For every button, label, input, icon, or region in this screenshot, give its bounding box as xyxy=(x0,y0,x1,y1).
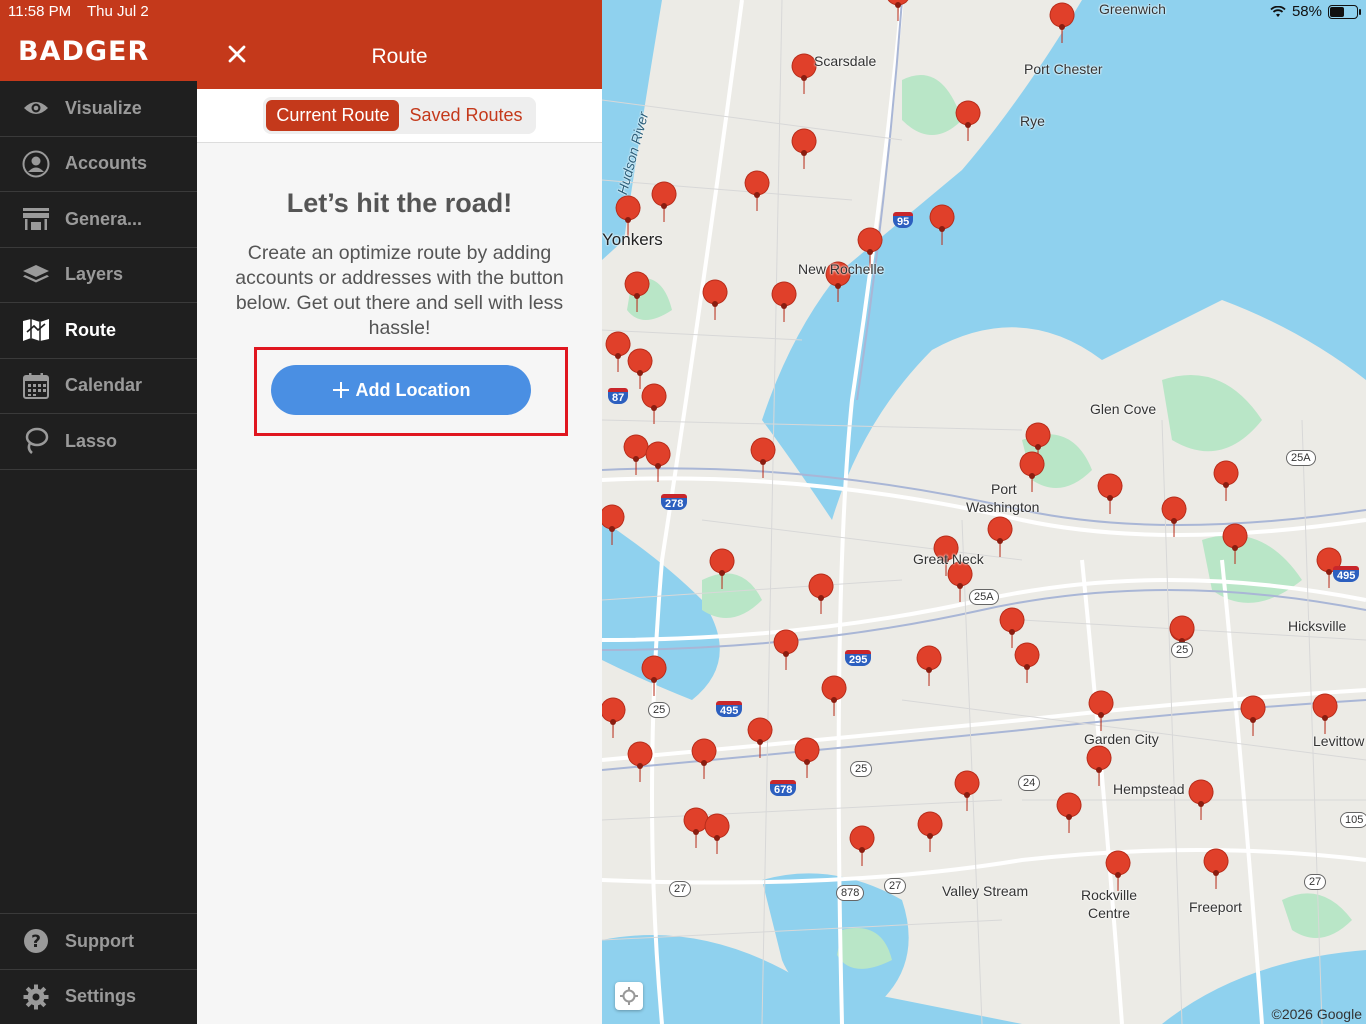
sidebar-item-support[interactable]: ? Support xyxy=(0,913,197,969)
crosshair-icon xyxy=(620,987,638,1005)
segmented-control: Current Route Saved Routes xyxy=(263,97,536,134)
map-label: Rockville xyxy=(1081,887,1138,903)
map-label: Washington xyxy=(966,499,1040,515)
sidebar-item-label: Visualize xyxy=(65,97,142,118)
gear-icon xyxy=(22,983,50,1011)
tab-current-route[interactable]: Current Route xyxy=(266,100,400,131)
route-shield: 27 xyxy=(1304,874,1327,890)
map-label: Glen Cove xyxy=(1090,401,1157,417)
map-label: Port Chester xyxy=(1024,61,1103,77)
sidebar-item-label: Accounts xyxy=(65,153,148,174)
sidebar: BADGER Visualize Accounts Genera... Laye… xyxy=(0,0,197,1024)
sidebar-item-label: Route xyxy=(65,319,116,340)
empty-state-heading: Let’s hit the road! xyxy=(286,188,513,218)
add-location-label: Add Location xyxy=(355,379,471,400)
sidebar-bottom: ? Support Settings xyxy=(0,913,197,1024)
map-label: Freeport xyxy=(1189,899,1242,915)
page-title: Route xyxy=(371,45,428,68)
route-shield: 25 xyxy=(648,702,671,718)
map-label: Hempstead xyxy=(1113,781,1185,797)
wifi-icon xyxy=(1270,5,1286,17)
map-label: Garden City xyxy=(1084,731,1159,747)
map-icon xyxy=(22,316,50,344)
map-label: Centre xyxy=(1088,905,1131,921)
map-label: Scarsdale xyxy=(814,53,877,69)
route-shield: 25 xyxy=(1171,642,1194,658)
sidebar-item-label: Layers xyxy=(65,264,124,285)
sidebar-item-label: Settings xyxy=(65,986,137,1007)
sidebar-item-calendar[interactable]: Calendar xyxy=(0,359,197,414)
battery-percent: 58% xyxy=(1291,3,1322,20)
add-location-button[interactable]: Add Location xyxy=(271,365,531,415)
route-shield: 105 xyxy=(1340,812,1366,828)
sidebar-item-route[interactable]: Route xyxy=(0,303,197,359)
sidebar-item-visualize[interactable]: Visualize xyxy=(0,81,197,137)
interstate-shield: 95 xyxy=(893,212,914,228)
calendar-icon xyxy=(22,372,50,400)
svg-text:?: ? xyxy=(31,932,41,952)
map-copyright: ©2026 Google xyxy=(1271,1006,1363,1022)
sidebar-item-label: Genera... xyxy=(65,208,143,229)
route-shield: 878 xyxy=(836,885,865,901)
status-date: Thu Jul 2 xyxy=(87,3,149,20)
user-circle-icon xyxy=(22,150,50,178)
route-panel-header: Route xyxy=(197,0,602,89)
map-label: Great Neck xyxy=(913,551,984,567)
sidebar-item-layers[interactable]: Layers xyxy=(0,248,197,303)
map-label: Rye xyxy=(1020,113,1045,129)
highlight-box: Add Location xyxy=(254,347,568,436)
route-shield: 25A xyxy=(1286,450,1316,466)
route-shield: 25 xyxy=(850,761,873,777)
route-shield: 24 xyxy=(1018,775,1041,791)
store-icon xyxy=(22,205,50,233)
map-label: Valley Stream xyxy=(942,883,1029,899)
layers-icon xyxy=(22,261,50,289)
route-shield: 27 xyxy=(669,881,692,897)
help-icon: ? xyxy=(22,927,50,955)
interstate-shield: 295 xyxy=(845,650,872,666)
route-shield: 25A xyxy=(969,589,999,605)
sidebar-item-label: Calendar xyxy=(65,375,143,396)
sidebar-item-label: Lasso xyxy=(65,430,118,451)
status-clock: 11:58 PM xyxy=(8,3,72,20)
interstate-shield: 87 xyxy=(608,388,629,404)
sidebar-item-label: Support xyxy=(65,930,134,951)
map-label: Greenwich xyxy=(1099,1,1166,17)
interstate-shield: 278 xyxy=(661,494,688,510)
lasso-icon xyxy=(22,427,50,455)
app-root: 11:58 PM Thu Jul 2 58% BADGER Visualize … xyxy=(0,0,1366,1024)
plus-icon xyxy=(332,382,349,398)
map-label: New Rochelle xyxy=(798,261,885,277)
status-indicators: 58% xyxy=(1270,3,1361,20)
empty-state-text: Create an optimize route by adding accou… xyxy=(235,242,564,339)
status-time: 11:58 PM Thu Jul 2 xyxy=(8,3,161,20)
route-shield: 27 xyxy=(884,878,907,894)
map-label: Hicksville xyxy=(1288,618,1347,634)
badger-logo: BADGER xyxy=(18,36,150,67)
interstate-shield: 495 xyxy=(1333,566,1360,582)
map-view[interactable]: Greenwich Scarsdale Port Chester Rye Yon… xyxy=(602,0,1366,1024)
battery-icon xyxy=(1328,4,1361,19)
route-tabs-bar: Current Route Saved Routes xyxy=(197,89,602,143)
eye-icon xyxy=(22,94,50,122)
locate-me-button[interactable] xyxy=(615,982,643,1010)
map-label: Port xyxy=(991,481,1017,497)
tab-saved-routes[interactable]: Saved Routes xyxy=(399,100,532,131)
interstate-shield: 678 xyxy=(770,780,797,796)
map-label: Levittow xyxy=(1313,733,1365,749)
sidebar-item-settings[interactable]: Settings xyxy=(0,968,197,1024)
sidebar-item-accounts[interactable]: Accounts xyxy=(0,137,197,192)
sidebar-item-general[interactable]: Genera... xyxy=(0,192,197,248)
sidebar-item-lasso[interactable]: Lasso xyxy=(0,414,197,470)
route-panel: Route Current Route Saved Routes Let’s h… xyxy=(197,0,602,1024)
interstate-shield: 495 xyxy=(716,701,743,717)
map-label: Yonkers xyxy=(602,230,663,249)
